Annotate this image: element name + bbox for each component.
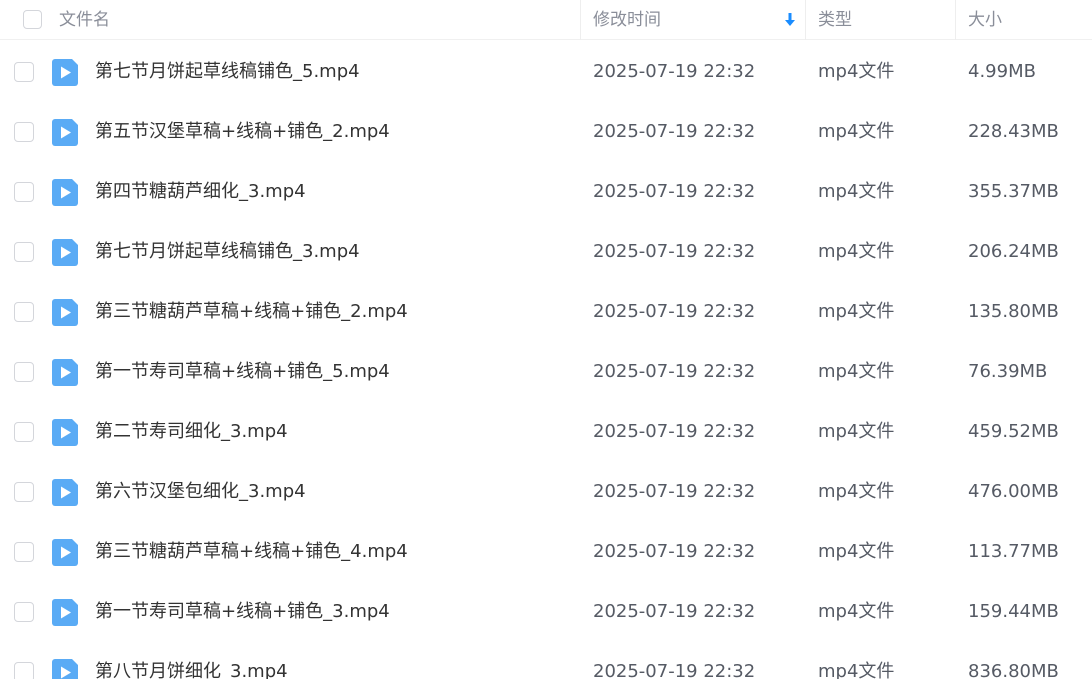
file-name[interactable]: 第三节糖葫芦草稿+线稿+铺色_4.mp4	[95, 522, 408, 582]
file-list-table: 文件名 修改时间 类型 大小 第七节月饼起草线稿铺色_5.mp4 2025-07…	[0, 0, 1092, 679]
file-name[interactable]: 第七节月饼起草线稿铺色_3.mp4	[95, 222, 360, 282]
file-type: mp4文件	[818, 241, 895, 262]
file-name[interactable]: 第三节糖葫芦草稿+线稿+铺色_2.mp4	[95, 282, 408, 342]
file-type: mp4文件	[818, 661, 895, 679]
file-modified-time: 2025-07-19 22:32	[593, 601, 756, 622]
file-name[interactable]: 第一节寿司草稿+线稿+铺色_5.mp4	[95, 342, 390, 402]
video-file-icon	[52, 119, 78, 146]
row-checkbox[interactable]	[14, 482, 34, 502]
file-name[interactable]: 第五节汉堡草稿+线稿+铺色_2.mp4	[95, 102, 390, 162]
table-row[interactable]: 第一节寿司草稿+线稿+铺色_5.mp4 2025-07-19 22:32 mp4…	[0, 342, 1092, 402]
arrow-down-icon[interactable]	[784, 11, 796, 29]
file-size: 76.39MB	[968, 361, 1048, 382]
table-row[interactable]: 第二节寿司细化_3.mp4 2025-07-19 22:32 mp4文件 459…	[0, 402, 1092, 462]
column-header-modified-time[interactable]: 修改时间	[593, 0, 661, 40]
file-modified-time: 2025-07-19 22:32	[593, 181, 756, 202]
file-type: mp4文件	[818, 121, 895, 142]
video-file-icon	[52, 599, 78, 626]
row-checkbox[interactable]	[14, 122, 34, 142]
table-row[interactable]: 第一节寿司草稿+线稿+铺色_3.mp4 2025-07-19 22:32 mp4…	[0, 582, 1092, 642]
file-size: 476.00MB	[968, 481, 1059, 502]
file-type: mp4文件	[818, 481, 895, 502]
file-name[interactable]: 第八节月饼细化_3.mp4	[95, 642, 288, 679]
file-type: mp4文件	[818, 541, 895, 562]
file-size: 355.37MB	[968, 181, 1059, 202]
column-header-name[interactable]: 文件名	[59, 0, 110, 40]
file-modified-time: 2025-07-19 22:32	[593, 541, 756, 562]
video-file-icon	[52, 419, 78, 446]
file-type: mp4文件	[818, 61, 895, 82]
video-file-icon	[52, 299, 78, 326]
row-checkbox[interactable]	[14, 542, 34, 562]
column-header-type[interactable]: 类型	[818, 0, 852, 40]
file-type: mp4文件	[818, 181, 895, 202]
column-divider[interactable]	[805, 0, 806, 40]
file-size: 228.43MB	[968, 121, 1059, 142]
file-size: 113.77MB	[968, 541, 1059, 562]
file-size: 135.80MB	[968, 301, 1059, 322]
row-checkbox[interactable]	[14, 182, 34, 202]
video-file-icon	[52, 59, 78, 86]
row-checkbox[interactable]	[14, 62, 34, 82]
file-modified-time: 2025-07-19 22:32	[593, 121, 756, 142]
table-row[interactable]: 第四节糖葫芦细化_3.mp4 2025-07-19 22:32 mp4文件 35…	[0, 162, 1092, 222]
file-size: 206.24MB	[968, 241, 1059, 262]
file-modified-time: 2025-07-19 22:32	[593, 301, 756, 322]
file-type: mp4文件	[818, 361, 895, 382]
file-type: mp4文件	[818, 421, 895, 442]
file-type: mp4文件	[818, 301, 895, 322]
file-rows: 第七节月饼起草线稿铺色_5.mp4 2025-07-19 22:32 mp4文件…	[0, 42, 1092, 679]
video-file-icon	[52, 179, 78, 206]
file-size: 459.52MB	[968, 421, 1059, 442]
file-name[interactable]: 第七节月饼起草线稿铺色_5.mp4	[95, 42, 360, 102]
video-file-icon	[52, 539, 78, 566]
row-checkbox[interactable]	[14, 662, 34, 679]
row-checkbox[interactable]	[14, 422, 34, 442]
table-row[interactable]: 第六节汉堡包细化_3.mp4 2025-07-19 22:32 mp4文件 47…	[0, 462, 1092, 522]
column-header-size[interactable]: 大小	[968, 0, 1002, 40]
file-name[interactable]: 第二节寿司细化_3.mp4	[95, 402, 288, 462]
file-name[interactable]: 第一节寿司草稿+线稿+铺色_3.mp4	[95, 582, 390, 642]
file-modified-time: 2025-07-19 22:32	[593, 661, 756, 679]
table-row[interactable]: 第三节糖葫芦草稿+线稿+铺色_2.mp4 2025-07-19 22:32 mp…	[0, 282, 1092, 342]
file-size: 4.99MB	[968, 61, 1036, 82]
row-checkbox[interactable]	[14, 362, 34, 382]
table-row[interactable]: 第七节月饼起草线稿铺色_3.mp4 2025-07-19 22:32 mp4文件…	[0, 222, 1092, 282]
row-checkbox[interactable]	[14, 302, 34, 322]
file-modified-time: 2025-07-19 22:32	[593, 481, 756, 502]
file-modified-time: 2025-07-19 22:32	[593, 361, 756, 382]
file-type: mp4文件	[818, 601, 895, 622]
table-row[interactable]: 第七节月饼起草线稿铺色_5.mp4 2025-07-19 22:32 mp4文件…	[0, 42, 1092, 102]
file-size: 836.80MB	[968, 661, 1059, 679]
file-name[interactable]: 第六节汉堡包细化_3.mp4	[95, 462, 306, 522]
file-name[interactable]: 第四节糖葫芦细化_3.mp4	[95, 162, 306, 222]
table-row[interactable]: 第五节汉堡草稿+线稿+铺色_2.mp4 2025-07-19 22:32 mp4…	[0, 102, 1092, 162]
row-checkbox[interactable]	[14, 242, 34, 262]
file-modified-time: 2025-07-19 22:32	[593, 61, 756, 82]
video-file-icon	[52, 659, 78, 679]
video-file-icon	[52, 239, 78, 266]
file-modified-time: 2025-07-19 22:32	[593, 421, 756, 442]
table-header: 文件名 修改时间 类型 大小	[0, 0, 1092, 40]
video-file-icon	[52, 359, 78, 386]
column-divider[interactable]	[580, 0, 581, 40]
file-modified-time: 2025-07-19 22:32	[593, 241, 756, 262]
column-divider[interactable]	[955, 0, 956, 40]
file-size: 159.44MB	[968, 601, 1059, 622]
table-row[interactable]: 第三节糖葫芦草稿+线稿+铺色_4.mp4 2025-07-19 22:32 mp…	[0, 522, 1092, 582]
row-checkbox[interactable]	[14, 602, 34, 622]
table-row[interactable]: 第八节月饼细化_3.mp4 2025-07-19 22:32 mp4文件 836…	[0, 642, 1092, 679]
video-file-icon	[52, 479, 78, 506]
select-all-checkbox[interactable]	[23, 10, 42, 29]
